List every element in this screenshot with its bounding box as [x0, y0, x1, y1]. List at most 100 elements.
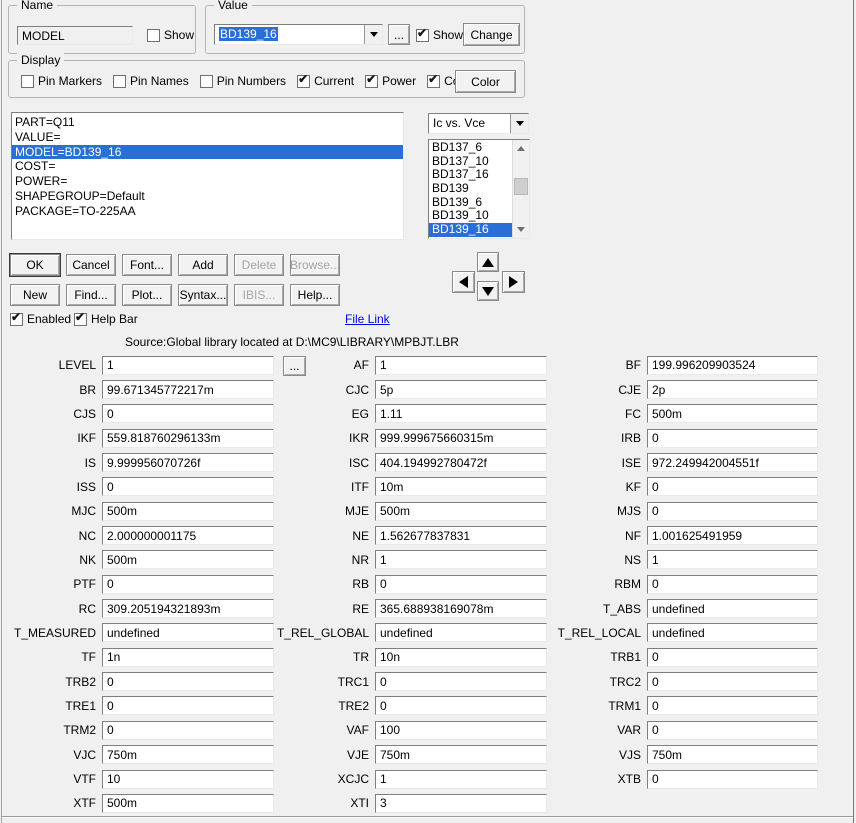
- param-field-xtf[interactable]: [102, 793, 274, 813]
- param-field-var[interactable]: [647, 720, 818, 740]
- font-button[interactable]: Font...: [122, 254, 172, 276]
- param-field-tf[interactable]: [102, 647, 274, 667]
- param-field-mjc[interactable]: [102, 501, 274, 521]
- param-field-rbm[interactable]: [647, 574, 818, 594]
- param-field-iss[interactable]: [102, 477, 274, 497]
- find-button[interactable]: Find...: [66, 284, 116, 306]
- param-field-ne[interactable]: [375, 526, 547, 546]
- param-field-mje[interactable]: [375, 501, 547, 521]
- model-item[interactable]: BD139_10: [429, 209, 512, 223]
- param-field-eg[interactable]: [375, 404, 547, 424]
- param-field-t-rel-local[interactable]: [647, 623, 818, 643]
- param-field-level[interactable]: [102, 355, 274, 375]
- param-field-tre1[interactable]: [102, 696, 274, 716]
- add-button[interactable]: Add: [178, 254, 228, 276]
- param-field-t-rel-global[interactable]: [375, 623, 547, 643]
- cancel-button[interactable]: Cancel: [66, 254, 116, 276]
- param-field-xtb[interactable]: [647, 769, 818, 789]
- model-item[interactable]: BD139_16: [429, 222, 512, 237]
- param-field-vtf[interactable]: [102, 769, 274, 789]
- plot-button[interactable]: Plot...: [122, 284, 172, 306]
- value-combo[interactable]: BD139_16: [214, 24, 383, 45]
- param-field-tre2[interactable]: [375, 696, 547, 716]
- checkbox-help-bar[interactable]: ✔ Help Bar: [74, 310, 138, 326]
- param-field-ikf[interactable]: [102, 428, 274, 448]
- name-input[interactable]: [17, 26, 133, 45]
- param-field-ns[interactable]: [647, 550, 818, 570]
- param-field-af[interactable]: [375, 355, 547, 375]
- attribute-item[interactable]: SHAPEGROUP=Default: [12, 189, 403, 204]
- param-field-re[interactable]: [375, 599, 547, 619]
- attribute-item[interactable]: PACKAGE=TO-225AA: [12, 204, 403, 219]
- param-field-trc1[interactable]: [375, 672, 547, 692]
- param-field-trb2[interactable]: [102, 672, 274, 692]
- arrow-up-button[interactable]: [477, 252, 499, 272]
- plot-type-combo[interactable]: Ic vs. Vce: [428, 113, 529, 134]
- model-item[interactable]: BD139_6: [429, 195, 512, 210]
- value-more-button[interactable]: ...: [388, 24, 410, 45]
- checkbox-name-show[interactable]: Show: [147, 28, 194, 42]
- param-field-nf[interactable]: [647, 526, 818, 546]
- param-field-t-abs[interactable]: [647, 599, 818, 619]
- new-button[interactable]: New: [10, 284, 60, 306]
- attribute-item[interactable]: COST=: [12, 159, 403, 174]
- attribute-item[interactable]: POWER=: [12, 174, 403, 189]
- param-field-vje[interactable]: [375, 745, 547, 765]
- checkbox-pin-markers[interactable]: Pin Markers: [21, 74, 102, 88]
- param-field-isc[interactable]: [375, 453, 547, 473]
- model-item[interactable]: BD137_10: [429, 154, 512, 169]
- model-item[interactable]: BD139: [429, 181, 512, 196]
- param-field-trm1[interactable]: [647, 696, 818, 716]
- arrow-left-button[interactable]: [452, 271, 475, 293]
- arrow-right-button[interactable]: [502, 271, 525, 293]
- param-field-is[interactable]: [102, 453, 274, 473]
- checkbox-power[interactable]: ✔ Power: [365, 72, 416, 88]
- file-link[interactable]: File Link: [345, 312, 390, 326]
- param-field-ptf[interactable]: [102, 574, 274, 594]
- param-field-mjs[interactable]: [647, 501, 818, 521]
- color-button[interactable]: Color: [455, 70, 516, 93]
- param-field-kf[interactable]: [647, 477, 818, 497]
- checkbox-pin-names[interactable]: Pin Names: [113, 74, 189, 88]
- param-field-xcjc[interactable]: [375, 769, 547, 789]
- plot-combo-dropdown-button[interactable]: [510, 114, 528, 133]
- param-field-rc[interactable]: [102, 599, 274, 619]
- model-list-scrollbar[interactable]: [512, 140, 529, 238]
- param-field-nr[interactable]: [375, 550, 547, 570]
- level-more-button[interactable]: ...: [283, 356, 306, 376]
- syntax-button[interactable]: Syntax...: [178, 284, 228, 306]
- param-field-itf[interactable]: [375, 477, 547, 497]
- arrow-down-button[interactable]: [477, 281, 499, 301]
- param-field-trc2[interactable]: [647, 672, 818, 692]
- param-field-nk[interactable]: [102, 550, 274, 570]
- scroll-down-button[interactable]: [513, 221, 529, 238]
- param-field-irb[interactable]: [647, 428, 818, 448]
- value-combo-dropdown-button[interactable]: [364, 25, 382, 44]
- help-button[interactable]: Help...: [290, 284, 340, 306]
- scroll-up-button[interactable]: [513, 140, 529, 157]
- param-field-cjc[interactable]: [375, 380, 547, 400]
- model-item[interactable]: BD137_16: [429, 168, 512, 182]
- checkbox-value-show[interactable]: ✔ Show: [416, 26, 463, 42]
- param-field-xti[interactable]: [375, 793, 547, 813]
- scrollbar-thumb[interactable]: [514, 178, 528, 195]
- model-item[interactable]: BD137_6: [429, 140, 512, 155]
- param-field-cje[interactable]: [647, 380, 818, 400]
- param-field-ikr[interactable]: [375, 428, 547, 448]
- param-field-vjc[interactable]: [102, 745, 274, 765]
- param-field-trm2[interactable]: [102, 720, 274, 740]
- param-field-ise[interactable]: [647, 453, 818, 473]
- param-field-bf[interactable]: [647, 355, 818, 375]
- param-field-trb1[interactable]: [647, 647, 818, 667]
- param-field-tr[interactable]: [375, 647, 547, 667]
- param-field-rb[interactable]: [375, 574, 547, 594]
- attribute-item[interactable]: PART=Q11: [12, 115, 403, 130]
- param-field-br[interactable]: [102, 380, 274, 400]
- checkbox-current[interactable]: ✔ Current: [297, 72, 354, 88]
- param-field-vjs[interactable]: [647, 745, 818, 765]
- param-field-fc[interactable]: [647, 404, 818, 424]
- checkbox-enabled[interactable]: ✔ Enabled: [10, 310, 71, 326]
- param-field-nc[interactable]: [102, 526, 274, 546]
- change-button[interactable]: Change: [463, 23, 520, 46]
- attribute-item[interactable]: MODEL=BD139_16: [12, 144, 403, 160]
